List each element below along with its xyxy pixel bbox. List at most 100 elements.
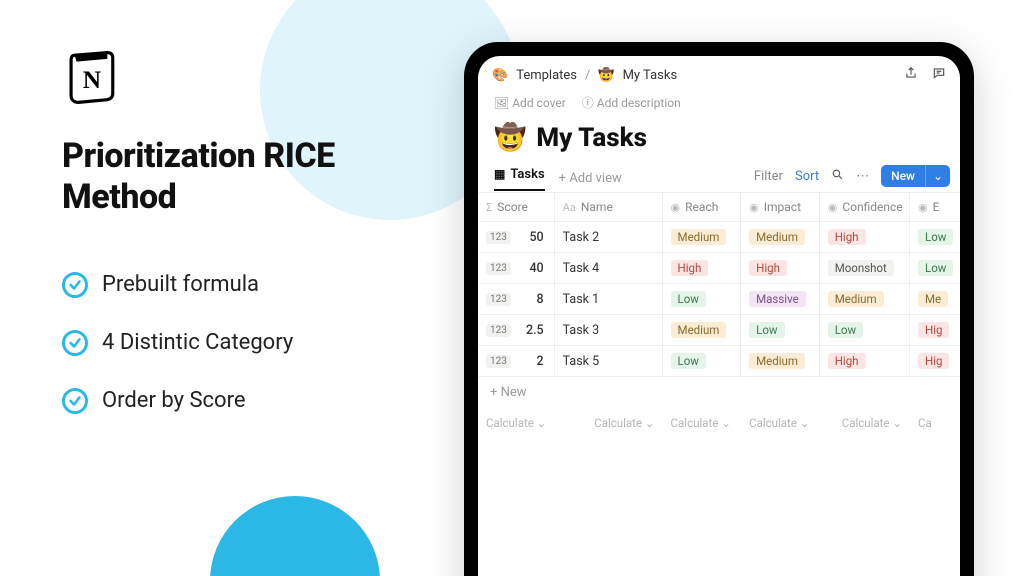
- new-row-button[interactable]: + New: [478, 377, 960, 408]
- col-name[interactable]: AaName: [555, 193, 663, 221]
- cell-reach[interactable]: Low: [663, 284, 742, 314]
- cell-impact[interactable]: High: [741, 253, 820, 283]
- app-screen: 🎨 Templates / 🤠 My Tasks 🖼 Add cover ⓘ A…: [478, 56, 960, 576]
- text-icon: Aa: [563, 201, 576, 214]
- cell-effort[interactable]: Low: [910, 222, 960, 252]
- new-button[interactable]: New ⌄: [881, 165, 950, 187]
- calculate-button[interactable]: Calculate ⌄: [663, 412, 742, 434]
- col-effort[interactable]: ◉E: [910, 193, 960, 221]
- cell-impact[interactable]: Massive: [741, 284, 820, 314]
- notion-logo-icon: N: [62, 48, 120, 106]
- headline: Prioritization RICE Method: [62, 136, 452, 218]
- tablet-frame: 🎨 Templates / 🤠 My Tasks 🖼 Add cover ⓘ A…: [464, 42, 974, 576]
- new-button-label: New: [881, 165, 925, 187]
- calculate-button[interactable]: Calculate ⌄: [555, 412, 663, 434]
- filter-button[interactable]: Filter: [754, 169, 783, 184]
- cell-score[interactable]: 1232.5: [478, 315, 555, 345]
- cell-score[interactable]: 1232: [478, 346, 555, 376]
- formula-chip: 123: [486, 293, 511, 306]
- page-emoji[interactable]: 🤠: [494, 123, 526, 153]
- cell-score[interactable]: 12350: [478, 222, 555, 252]
- cell-reach[interactable]: Medium: [663, 315, 742, 345]
- calculate-button[interactable]: Ca: [910, 412, 960, 434]
- col-reach[interactable]: ◉Reach: [663, 193, 742, 221]
- cell-confidence[interactable]: High: [820, 222, 910, 252]
- share-icon[interactable]: [904, 66, 918, 84]
- feature-label: Prebuilt formula: [102, 272, 259, 297]
- calculate-button[interactable]: Calculate ⌄: [820, 412, 910, 434]
- page-title[interactable]: My Tasks: [536, 123, 647, 153]
- cell-effort[interactable]: Hig: [910, 346, 960, 376]
- comments-icon[interactable]: [932, 66, 946, 84]
- cell-impact[interactable]: Low: [741, 315, 820, 345]
- cell-reach[interactable]: Medium: [663, 222, 742, 252]
- breadcrumb[interactable]: 🎨 Templates / 🤠 My Tasks: [492, 68, 677, 83]
- cell-effort[interactable]: Low: [910, 253, 960, 283]
- add-cover-button[interactable]: 🖼 Add cover: [494, 96, 566, 110]
- cell-score[interactable]: 12340: [478, 253, 555, 283]
- feature-item: Prebuilt formula: [62, 272, 452, 298]
- add-description-button[interactable]: ⓘ Add description: [582, 94, 681, 111]
- decor-circle-bottom: [210, 496, 380, 576]
- breadcrumb-item[interactable]: Templates: [516, 68, 577, 83]
- cell-name[interactable]: Task 4: [555, 253, 663, 283]
- select-icon: ◉: [918, 201, 928, 214]
- calculate-row: Calculate ⌄ Calculate ⌄ Calculate ⌄ Calc…: [478, 408, 960, 434]
- cell-impact[interactable]: Medium: [741, 222, 820, 252]
- cell-confidence[interactable]: Medium: [820, 284, 910, 314]
- breadcrumb-sep: /: [585, 68, 590, 83]
- select-icon: ◉: [671, 201, 681, 214]
- formula-chip: 123: [486, 324, 511, 337]
- search-icon[interactable]: [831, 168, 844, 185]
- col-score[interactable]: ΣScore: [478, 193, 555, 221]
- svg-text:N: N: [83, 66, 101, 94]
- col-impact[interactable]: ◉Impact: [741, 193, 820, 221]
- breadcrumb-emoji: 🤠: [598, 68, 614, 83]
- check-icon: [62, 388, 88, 414]
- formula-chip: 123: [486, 355, 511, 368]
- tab-tasks[interactable]: ▦ Tasks: [494, 167, 545, 191]
- feature-list: Prebuilt formula 4 Distintic Category Or…: [62, 272, 452, 414]
- table-icon: ▦: [494, 167, 505, 181]
- cell-confidence[interactable]: Low: [820, 315, 910, 345]
- cell-score[interactable]: 1238: [478, 284, 555, 314]
- feature-label: 4 Distintic Category: [102, 330, 293, 355]
- breadcrumb-item[interactable]: My Tasks: [623, 68, 678, 83]
- table-header: ΣScore AaName ◉Reach ◉Impact ◉Confidence…: [478, 193, 960, 222]
- cell-confidence[interactable]: High: [820, 346, 910, 376]
- cell-effort[interactable]: Hig: [910, 315, 960, 345]
- cell-name[interactable]: Task 3: [555, 315, 663, 345]
- cell-reach[interactable]: High: [663, 253, 742, 283]
- cell-reach[interactable]: Low: [663, 346, 742, 376]
- cell-impact[interactable]: Medium: [741, 346, 820, 376]
- cell-name[interactable]: Task 5: [555, 346, 663, 376]
- more-icon[interactable]: ⋯: [856, 169, 869, 184]
- cell-name[interactable]: Task 2: [555, 222, 663, 252]
- calculate-button[interactable]: Calculate ⌄: [478, 412, 555, 434]
- select-icon: ◉: [749, 201, 759, 214]
- check-icon: [62, 330, 88, 356]
- table-row[interactable]: 12340Task 4HighHighMoonshotLow: [478, 253, 960, 284]
- feature-item: Order by Score: [62, 388, 452, 414]
- sigma-icon: Σ: [486, 201, 492, 214]
- col-confidence[interactable]: ◉Confidence: [820, 193, 910, 221]
- sort-button[interactable]: Sort: [795, 169, 819, 184]
- select-icon: ◉: [828, 201, 838, 214]
- chevron-down-icon[interactable]: ⌄: [925, 165, 950, 187]
- table-row[interactable]: 1232.5Task 3MediumLowLowHig: [478, 315, 960, 346]
- cell-confidence[interactable]: Moonshot: [820, 253, 910, 283]
- calculate-button[interactable]: Calculate ⌄: [741, 412, 820, 434]
- cell-name[interactable]: Task 1: [555, 284, 663, 314]
- table-row[interactable]: 1238Task 1LowMassiveMediumMe: [478, 284, 960, 315]
- add-view-button[interactable]: + Add view: [559, 171, 622, 186]
- formula-chip: 123: [486, 262, 511, 275]
- check-icon: [62, 272, 88, 298]
- table-row[interactable]: 12350Task 2MediumMediumHighLow: [478, 222, 960, 253]
- cell-effort[interactable]: Me: [910, 284, 960, 314]
- tasks-table: ΣScore AaName ◉Reach ◉Impact ◉Confidence…: [478, 193, 960, 434]
- tab-label: Tasks: [510, 167, 544, 182]
- feature-item: 4 Distintic Category: [62, 330, 452, 356]
- breadcrumb-emoji: 🎨: [492, 68, 508, 83]
- formula-chip: 123: [486, 231, 511, 244]
- table-row[interactable]: 1232Task 5LowMediumHighHig: [478, 346, 960, 377]
